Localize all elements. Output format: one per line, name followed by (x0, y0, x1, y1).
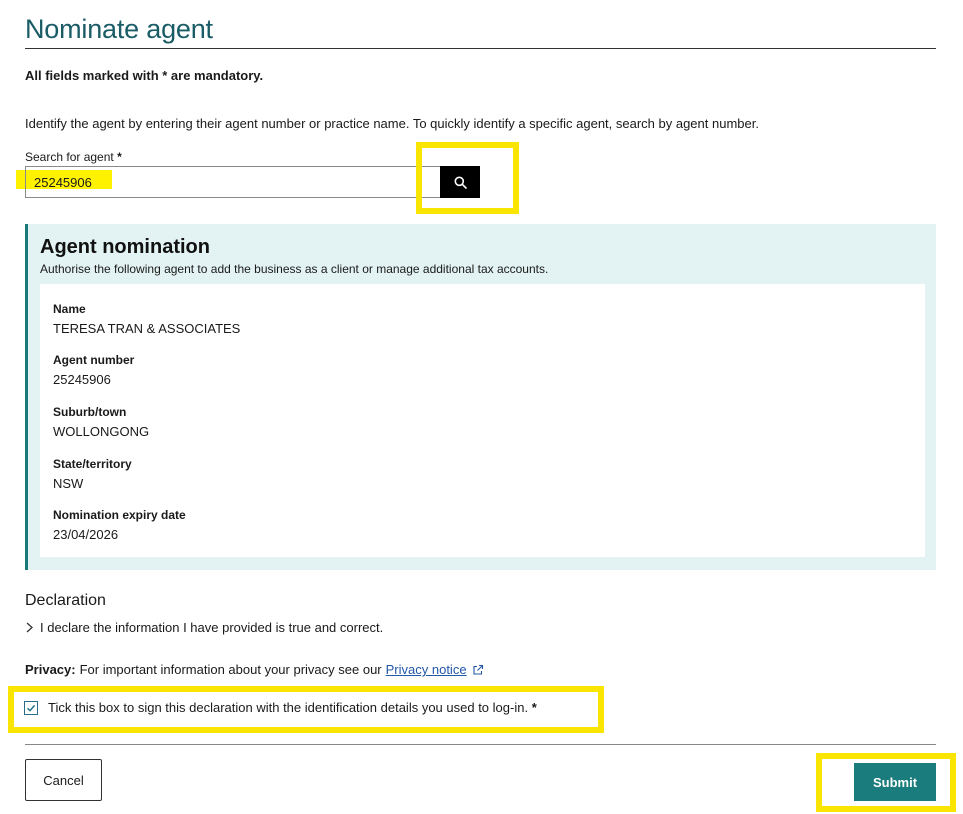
field-label: Nomination expiry date (53, 508, 186, 522)
checkbox-annotation (8, 686, 604, 733)
agent-name-field: Name TERESA TRAN & ASSOCIATES (53, 302, 240, 336)
required-marker: * (117, 150, 122, 164)
field-label: State/territory (53, 457, 132, 471)
page-title: Nominate agent (25, 14, 213, 44)
chevron-right-icon (26, 622, 33, 633)
external-link-icon (472, 664, 483, 675)
expiry-date-field: Nomination expiry date 23/04/2026 (53, 508, 186, 542)
declaration-toggle[interactable]: I declare the information I have provide… (25, 620, 383, 635)
search-button-annotation (416, 142, 519, 214)
field-value: NSW (53, 476, 84, 491)
privacy-label: Privacy: (25, 662, 76, 677)
intro-text: Identify the agent by entering their age… (25, 116, 759, 131)
privacy-notice-link[interactable]: Privacy notice (386, 662, 467, 677)
field-value: WOLLONGONG (53, 424, 150, 439)
submit-button-annotation (816, 753, 956, 812)
footer-divider (25, 744, 936, 745)
suburb-field: Suburb/town WOLLONGONG (53, 405, 149, 439)
search-label-text: Search for agent (25, 150, 114, 164)
search-input[interactable] (25, 166, 440, 198)
field-value: TERESA TRAN & ASSOCIATES (53, 321, 241, 336)
title-divider (25, 48, 936, 49)
field-label: Agent number (53, 353, 135, 367)
nomination-subtitle: Authorise the following agent to add the… (40, 262, 549, 276)
state-field: State/territory NSW (53, 457, 132, 491)
field-value: 23/04/2026 (53, 527, 119, 542)
privacy-text: For important information about your pri… (79, 662, 382, 677)
field-label: Name (53, 302, 86, 316)
field-value: 25245906 (53, 372, 111, 387)
mandatory-note: All fields marked with * are mandatory. (25, 68, 264, 83)
declaration-heading: Declaration (25, 592, 106, 609)
agent-nomination-panel: Agent nomination Authorise the following… (25, 224, 936, 570)
nomination-title: Agent nomination (40, 236, 210, 258)
agent-number-field: Agent number 25245906 (53, 353, 134, 387)
agent-details-card: Name TERESA TRAN & ASSOCIATES Agent numb… (40, 284, 925, 557)
field-label: Suburb/town (53, 405, 127, 419)
cancel-button[interactable]: Cancel (25, 759, 102, 801)
declaration-toggle-text: I declare the information I have provide… (40, 620, 384, 635)
privacy-note: Privacy: For important information about… (25, 662, 484, 677)
search-label: Search for agent * (25, 150, 122, 164)
